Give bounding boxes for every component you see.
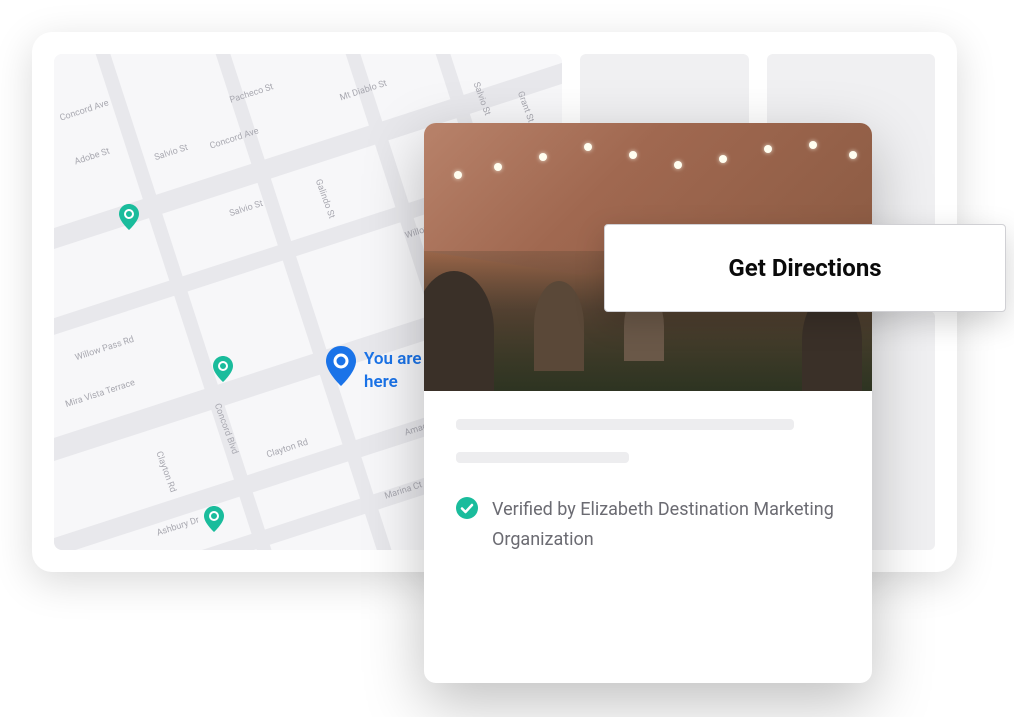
- street-label: Galindo St: [313, 178, 336, 220]
- location-icon[interactable]: [326, 346, 356, 386]
- checkmark-circle-icon: [456, 497, 478, 519]
- map-pin-icon[interactable]: [119, 204, 139, 230]
- street-label: Salvio St: [228, 199, 264, 219]
- skeleton-line: [456, 419, 794, 430]
- verified-row: Verified by Elizabeth Destination Market…: [456, 495, 840, 554]
- detail-content: Verified by Elizabeth Destination Market…: [424, 391, 872, 582]
- map-pin-icon[interactable]: [204, 506, 224, 532]
- street-label: Concord Ave: [59, 98, 110, 123]
- street-label: Adobe St: [73, 147, 111, 168]
- verified-text: Verified by Elizabeth Destination Market…: [492, 495, 840, 554]
- street-label: Grant St: [515, 90, 535, 124]
- street-label: Willow Pass Rd: [74, 335, 135, 363]
- map-pin-icon[interactable]: [213, 356, 233, 382]
- detail-card: Verified by Elizabeth Destination Market…: [424, 123, 872, 683]
- skeleton-line: [456, 452, 629, 463]
- street-label: Mira Vista Terrace: [64, 378, 136, 410]
- street-label: Clayton Rd: [153, 450, 177, 494]
- get-directions-button[interactable]: Get Directions: [604, 224, 1006, 312]
- street-label: Salvio St: [153, 143, 189, 163]
- get-directions-label: Get Directions: [728, 254, 881, 282]
